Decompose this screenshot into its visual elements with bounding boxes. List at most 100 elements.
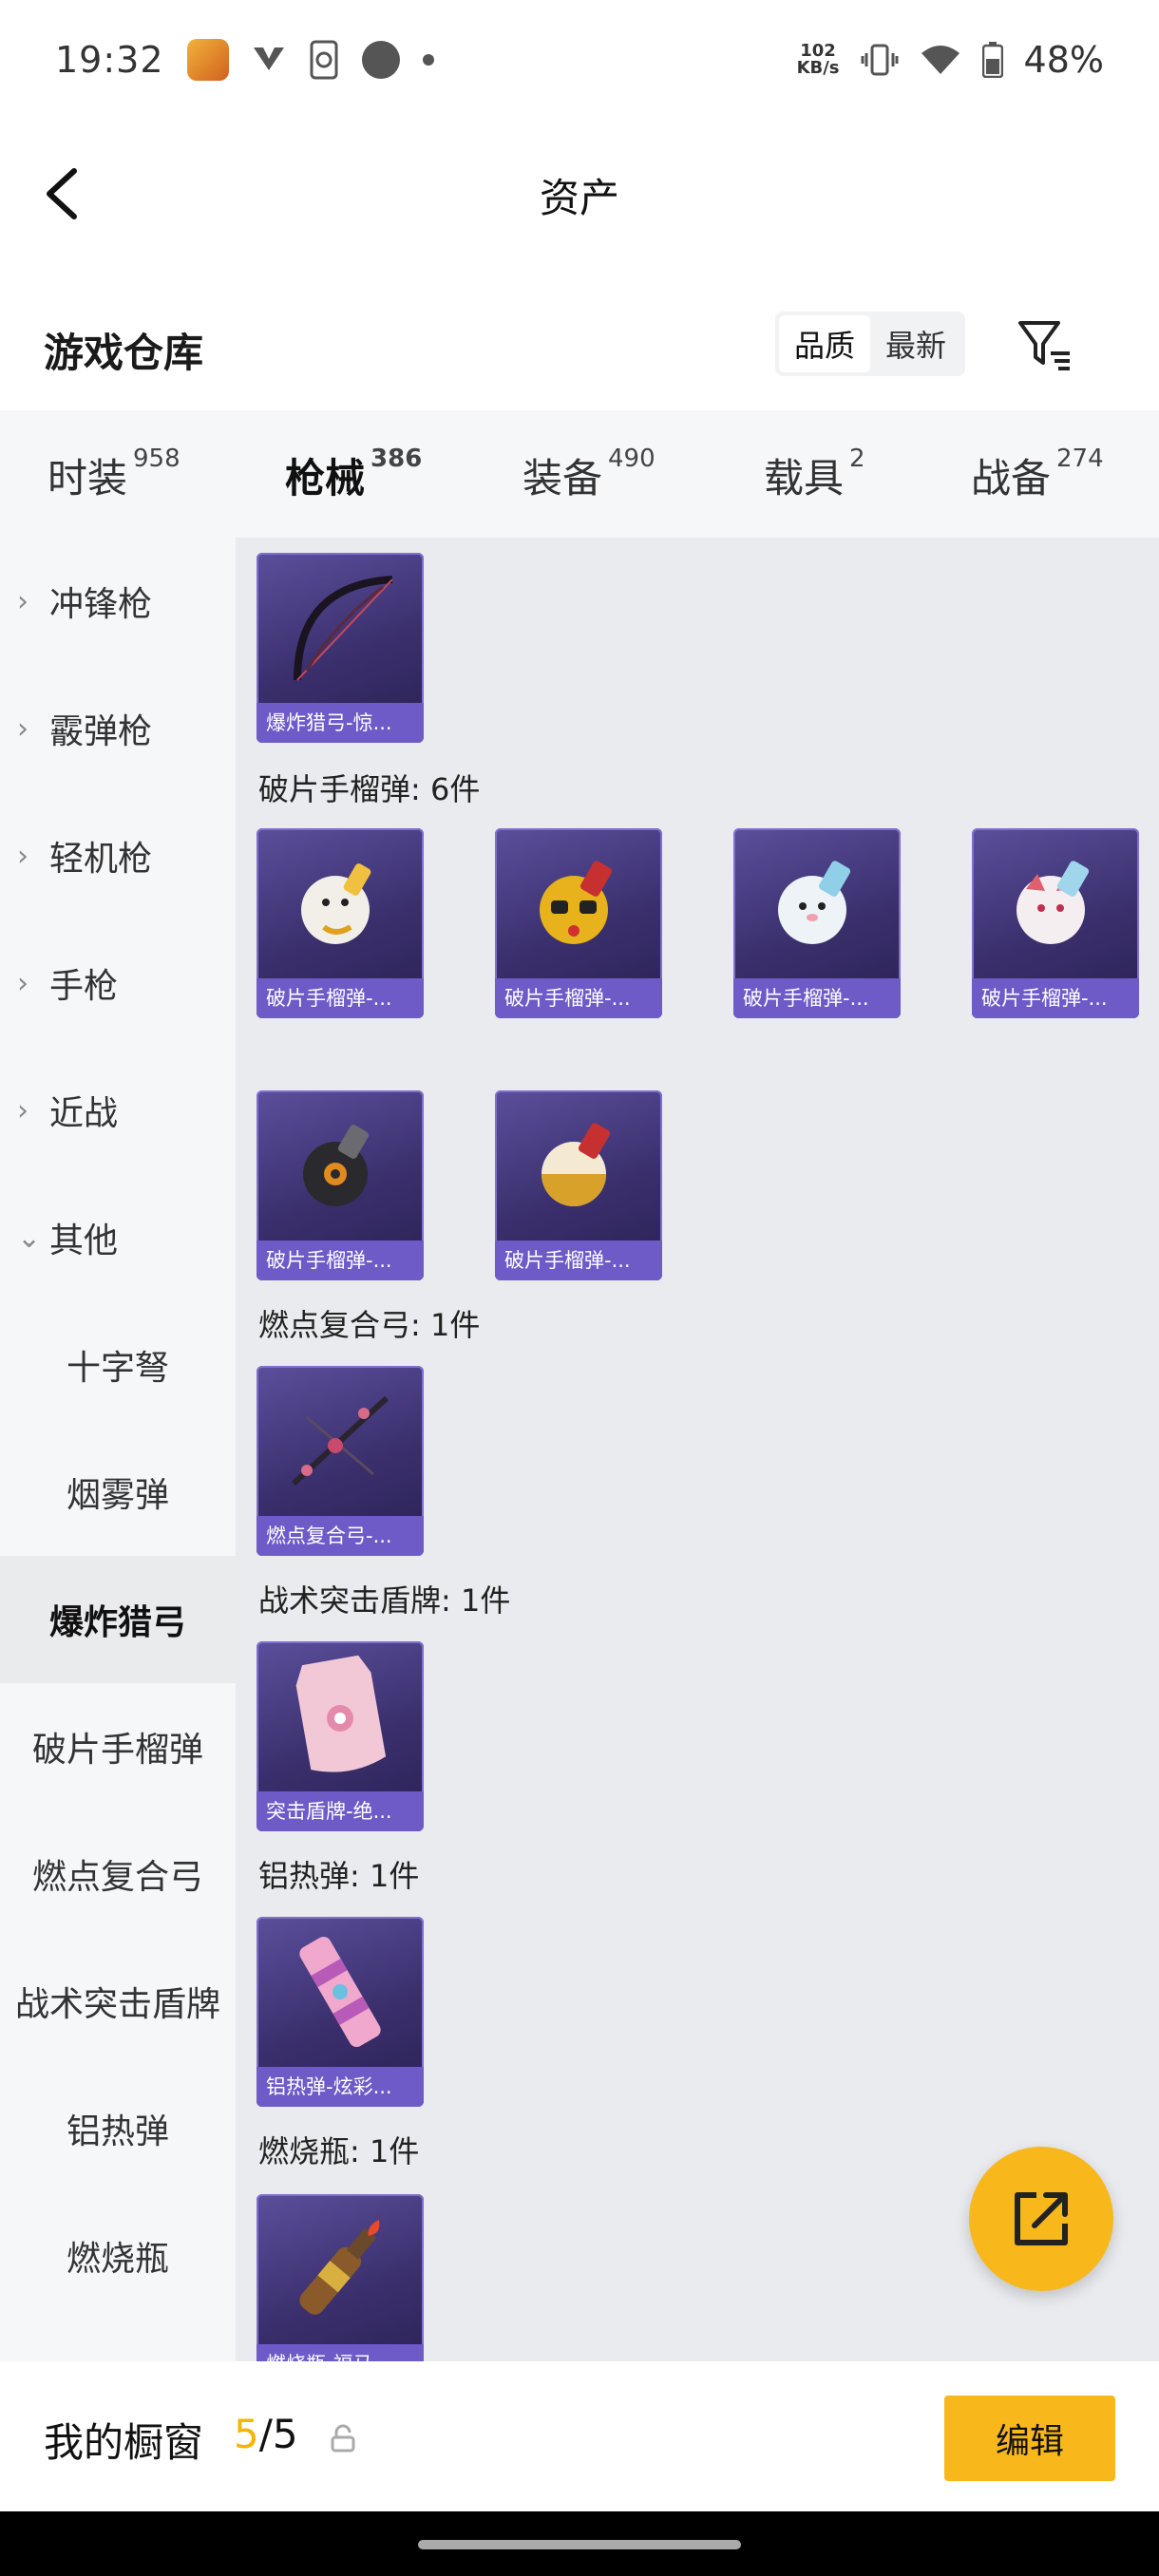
- chevron-right-icon: ›: [17, 839, 28, 873]
- sidebar-item-molotov[interactable]: 燃烧瓶: [0, 2192, 236, 2320]
- bow-icon: [256, 553, 424, 703]
- share-fab-button[interactable]: [969, 2147, 1113, 2291]
- tab-fashion[interactable]: 时装 958: [48, 445, 180, 504]
- item-card[interactable]: 破片手榴弹-...: [256, 828, 424, 1018]
- sidebar: › 冲锋枪 › 霰弹枪 › 轻机枪 › 手枪 › 近战 ⌄ 其他 十字弩 烟雾弹 爆炸猎弓 …: [0, 538, 236, 2361]
- sidebar-item-label: 轻机枪: [49, 840, 153, 879]
- sidebar-item-label: 铝热弹: [66, 2112, 169, 2151]
- item-card[interactable]: 铝热弹-炫彩...: [256, 1917, 424, 2107]
- item-caption: 破片手榴弹-...: [972, 978, 1139, 1018]
- gold-grenade-icon: [495, 1090, 662, 1241]
- sidebar-item-smoke-grenade[interactable]: 烟雾弹: [0, 1429, 236, 1556]
- showcase-label: 我的橱窗: [44, 2419, 204, 2466]
- battery-icon: [981, 42, 1003, 78]
- sidebar-item-label: 霰弹枪: [49, 712, 153, 751]
- net-speed: 102 KB/s: [797, 43, 840, 77]
- item-card[interactable]: 燃点复合弓-...: [256, 1366, 424, 1556]
- warehouse-title: 游戏仓库: [44, 330, 204, 376]
- sidebar-item-melee[interactable]: › 近战: [0, 1047, 236, 1174]
- header: 资产: [0, 120, 1159, 270]
- lock-icon: [331, 2424, 355, 2453]
- sidebar-item-explosive-bow[interactable]: 爆炸猎弓: [0, 1556, 236, 1683]
- sidebar-item-shotgun[interactable]: › 霰弹枪: [0, 665, 236, 792]
- sidebar-item-other[interactable]: ⌄ 其他: [0, 1174, 236, 1301]
- group-label: 燃烧瓶: 1件: [258, 2133, 420, 2169]
- black-grenade-icon: [256, 1090, 424, 1241]
- tab-label: 装备: [522, 455, 603, 502]
- sidebar-item-label: 燃点复合弓: [31, 1858, 203, 1897]
- item-card[interactable]: 破片手榴弹-...: [733, 828, 901, 1018]
- item-caption: 破片手榴弹-...: [495, 1241, 662, 1280]
- tab-label: 载具: [764, 455, 845, 502]
- item-caption: 破片手榴弹-...: [256, 1241, 424, 1280]
- item-caption: 爆炸猎弓-惊...: [256, 703, 424, 743]
- sidebar-item-compound-bow[interactable]: 燃点复合弓: [0, 1810, 236, 1938]
- item-card[interactable]: 破片手榴弹-...: [972, 828, 1139, 1018]
- edit-button[interactable]: 编辑: [944, 2396, 1115, 2481]
- fox-grenade-icon: [972, 828, 1139, 978]
- item-card[interactable]: 爆炸猎弓-惊...: [256, 553, 424, 743]
- showcase-count-total: 5: [272, 2411, 298, 2457]
- group-label: 破片手榴弹: 6件: [258, 771, 481, 807]
- item-caption: 突击盾牌-绝...: [256, 1791, 424, 1831]
- sidebar-item-pistol[interactable]: › 手枪: [0, 919, 236, 1047]
- item-caption: 燃烧瓶-福马...: [256, 2344, 424, 2361]
- sidebar-item-frag-grenade[interactable]: 破片手榴弹: [0, 1683, 236, 1810]
- sidebar-item-tactical-shield[interactable]: 战术突击盾牌: [0, 1938, 236, 2065]
- chevron-right-icon: ›: [17, 966, 28, 1000]
- tab-count: 274: [1056, 445, 1104, 473]
- sidebar-item-lmg[interactable]: › 轻机枪: [0, 792, 236, 919]
- tab-label: 枪械: [285, 455, 366, 502]
- item-card[interactable]: 破片手榴弹-...: [256, 1090, 424, 1280]
- sort-toggle: 品质 最新: [775, 312, 966, 376]
- tab-label: 时装: [48, 455, 128, 502]
- item-card[interactable]: 破片手榴弹-...: [495, 1090, 662, 1280]
- showcase-count-current: 5: [234, 2411, 259, 2457]
- sidebar-item-label: 战术突击盾牌: [14, 1985, 220, 2024]
- item-card[interactable]: 突击盾牌-绝...: [256, 1641, 424, 1831]
- sidebar-item-thermite[interactable]: 铝热弹: [0, 2065, 236, 2192]
- filter-icon[interactable]: [1016, 317, 1074, 374]
- item-card[interactable]: 燃烧瓶-福马...: [256, 2194, 424, 2361]
- logo-icon: [253, 47, 284, 70]
- item-grid: 爆炸猎弓-惊... 破片手榴弹: 6件 破片手榴弹-... 破片手榴弹-... …: [236, 538, 1159, 2361]
- tab-label: 战备: [971, 455, 1052, 502]
- sidebar-item-label: 爆炸猎弓: [48, 1603, 186, 1642]
- status-time: 19:32: [55, 39, 164, 81]
- status-bar: 19:32 102 KB/s 48%: [0, 0, 1159, 120]
- tab-count: 958: [133, 445, 180, 473]
- tab-equipment[interactable]: 装备 490: [522, 445, 656, 504]
- sidebar-item-smg[interactable]: › 冲锋枪: [0, 538, 236, 665]
- showcase-count-separator: /: [258, 2411, 273, 2457]
- battery-percent: 48%: [1023, 39, 1104, 81]
- sidebar-item-label: 十字弩: [66, 1349, 169, 1388]
- back-arrow-icon[interactable]: [38, 163, 95, 224]
- record-dot-icon: [361, 41, 400, 79]
- sidebar-item-label: 其他: [49, 1222, 119, 1260]
- sidebar-item-label: 冲锋枪: [49, 585, 153, 624]
- chevron-right-icon: ›: [17, 584, 28, 618]
- tab-firearms[interactable]: 枪械 386: [285, 445, 422, 549]
- sidebar-item-crossbow[interactable]: 十字弩: [0, 1301, 236, 1429]
- sync-icon: [310, 40, 338, 80]
- home-gesture-handle[interactable]: [418, 2540, 741, 2549]
- group-label: 铝热弹: 1件: [258, 1858, 420, 1894]
- item-caption: 破片手榴弹-...: [733, 978, 901, 1018]
- face-grenade-icon: [495, 828, 662, 978]
- vibrate-icon: [861, 44, 899, 76]
- seal-grenade-icon: [733, 828, 901, 978]
- item-card[interactable]: 破片手榴弹-...: [495, 828, 662, 1018]
- system-nav-bar: [0, 2511, 1159, 2576]
- sort-newest-button[interactable]: 最新: [870, 315, 961, 372]
- sidebar-item-label: 烟雾弹: [66, 1476, 169, 1515]
- category-tabs: 时装 958 枪械 386 装备 490 载具 2 战备 274: [0, 410, 1159, 549]
- tab-vehicles[interactable]: 载具 2: [764, 445, 865, 504]
- shield-icon: [256, 1641, 424, 1791]
- showcase-bar: 我的橱窗 5/5 编辑: [0, 2361, 1159, 2511]
- sort-quality-button[interactable]: 品质: [779, 315, 871, 372]
- chevron-right-icon: ›: [17, 1093, 28, 1127]
- chevron-down-icon: ⌄: [17, 1221, 42, 1255]
- tab-gear[interactable]: 战备 274: [971, 445, 1104, 504]
- app-icon: [186, 39, 229, 81]
- item-caption: 燃点复合弓-...: [256, 1516, 424, 1556]
